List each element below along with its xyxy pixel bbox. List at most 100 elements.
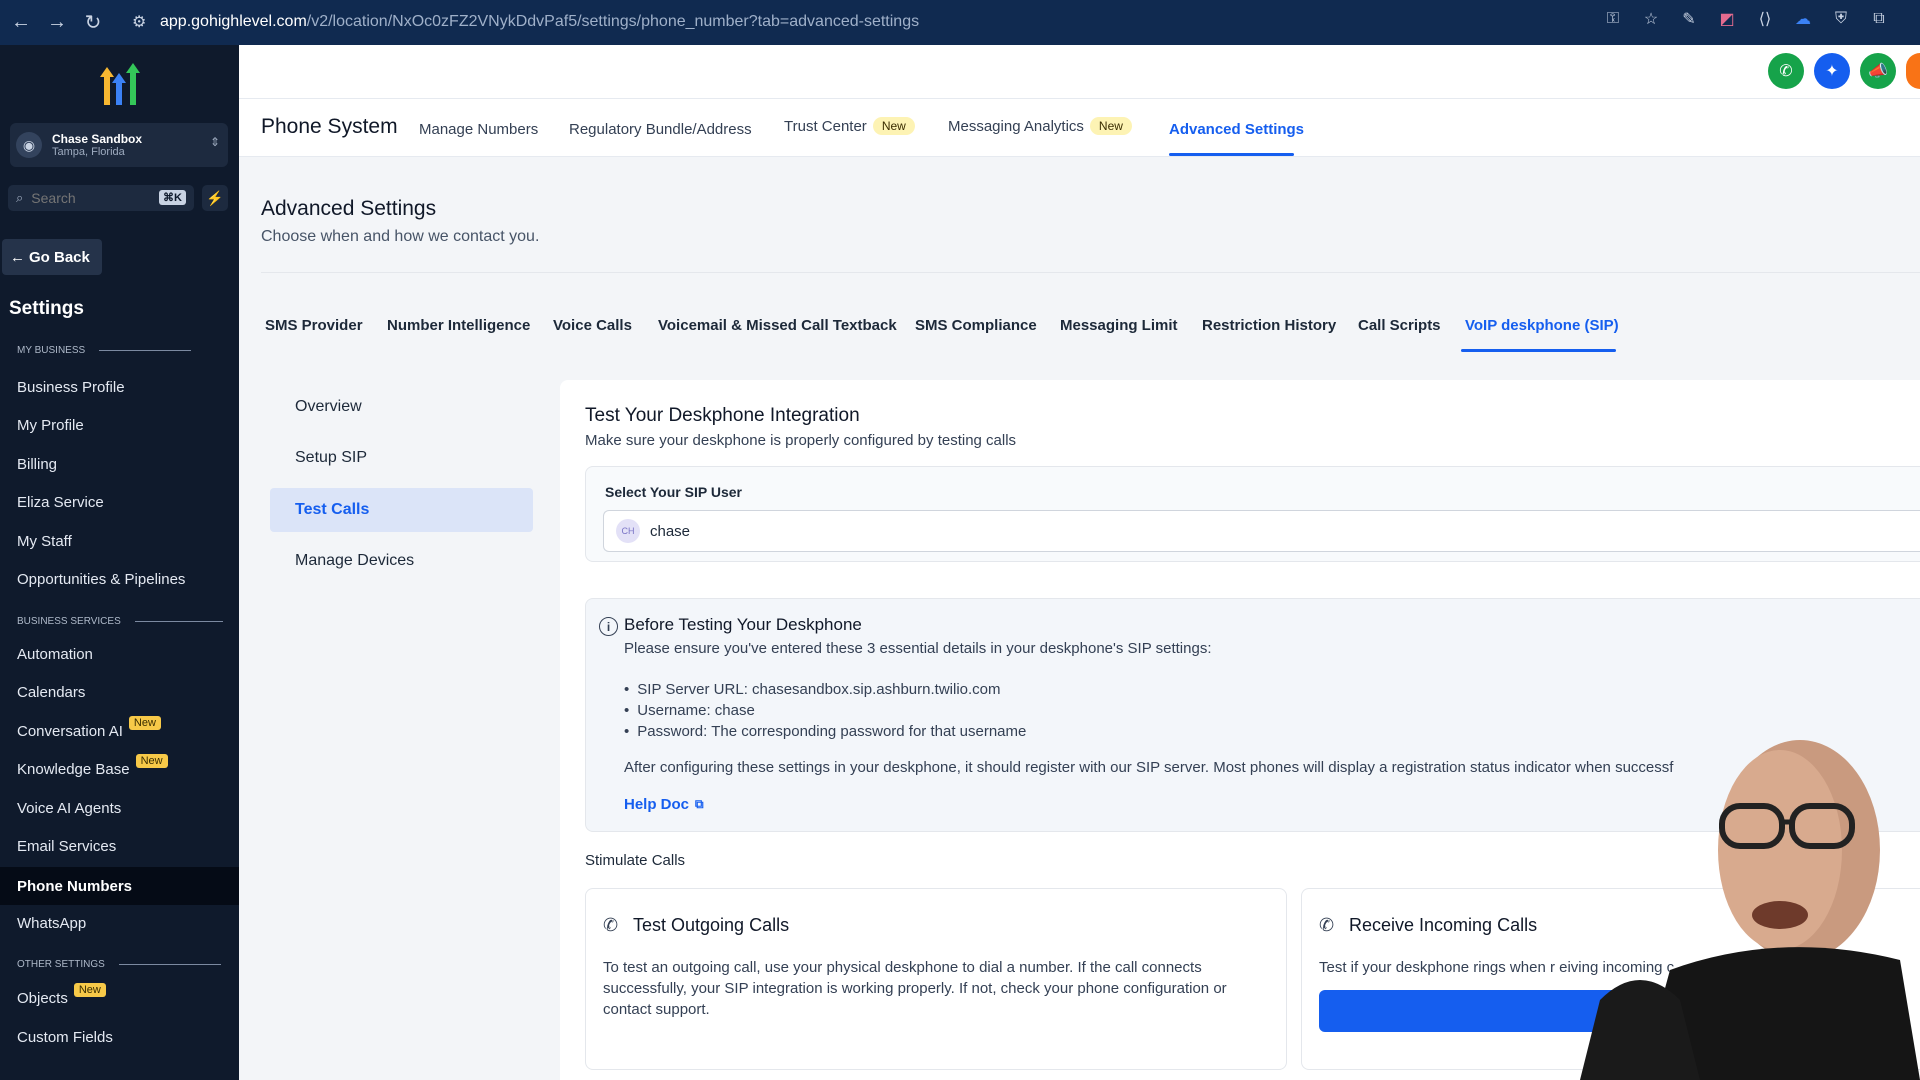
tab-manage-numbers[interactable]: Manage Numbers [419, 121, 538, 138]
advanced-settings-title: Advanced Settings [261, 197, 437, 220]
tab-advanced-settings[interactable]: Advanced Settings [1169, 121, 1304, 138]
puzzle-extensions-icon[interactable]: ⧉ [1868, 8, 1890, 30]
notice-title: Before Testing Your Deskphone [624, 615, 862, 634]
new-badge: New [872, 117, 915, 135]
stimulate-calls-label: Stimulate Calls [585, 852, 686, 869]
shield-extension-icon[interactable]: ⛨ [1830, 8, 1852, 30]
sidebar-item-business-profile[interactable]: Business Profile [0, 370, 239, 404]
panel-title: Test Your Deskphone Integration [585, 405, 860, 426]
user-avatar[interactable] [1906, 53, 1920, 89]
menu-setup-sip[interactable]: Setup SIP [270, 436, 533, 480]
menu-overview[interactable]: Overview [270, 385, 533, 429]
info-icon: i [599, 617, 618, 636]
browser-toolbar: ← → ↻ ⚙ app.gohighlevel.com/v2/location/… [0, 0, 1920, 45]
incoming-title: Receive Incoming Calls [1349, 915, 1538, 935]
pen-extension-icon[interactable]: ✎ [1678, 8, 1700, 30]
quick-action-bolt-icon[interactable]: ⚡ [202, 185, 228, 211]
new-badge: New [135, 754, 168, 768]
sidebar-item-knowledge-base[interactable]: Knowledge Base New [0, 752, 239, 786]
extensions-area: ⚿ ☆ ✎ ◩ ⟨⟩ ☁ ⛨ ⧉ [1602, 8, 1890, 30]
megaphone-icon[interactable]: 📣 [1860, 53, 1896, 89]
sidebar-item-my-staff[interactable]: My Staff [0, 524, 239, 558]
sidebar-item-email-services[interactable]: Email Services [0, 829, 239, 863]
sidebar-item-calendars[interactable]: Calendars [0, 675, 239, 709]
reload-icon[interactable]: ↻ [78, 8, 108, 38]
top-header: ✆ ✦ 📣 [239, 45, 1920, 99]
outgoing-calls-card: ✆ Test Outgoing Calls To test an outgoin… [585, 888, 1287, 1070]
account-avatar-icon: ◉ [16, 132, 42, 158]
subtab-call-scripts[interactable]: Call Scripts [1358, 317, 1441, 334]
sidebar-item-eliza-service[interactable]: Eliza Service [0, 485, 239, 519]
search-input[interactable] [31, 190, 142, 206]
bookmark-star-icon[interactable]: ☆ [1640, 8, 1662, 30]
subtab-sms-compliance[interactable]: SMS Compliance [915, 317, 1037, 334]
subtab-sms-provider[interactable]: SMS Provider [265, 317, 363, 334]
sidebar-item-voice-ai-agents[interactable]: Voice AI Agents [0, 791, 239, 825]
header-actions: ✆ ✦ 📣 [1768, 53, 1920, 89]
list-item: SIP Server URL: chasesandbox.sip.ashburn… [624, 679, 1026, 700]
tab-messaging-analytics[interactable]: Messaging Analytics New [948, 117, 1132, 135]
subtab-voicemail-missed-call[interactable]: Voicemail & Missed Call Textback [658, 317, 897, 334]
sidebar-item-whatsapp[interactable]: WhatsApp [0, 906, 239, 940]
section-my-business: MY BUSINESS [17, 345, 192, 356]
tab-trust-center[interactable]: Trust Center New [784, 117, 915, 135]
section-other-settings: OTHER SETTINGS [17, 959, 221, 970]
search-icon: ⌕ [16, 190, 24, 205]
site-settings-icon[interactable]: ⚙ [132, 12, 160, 32]
cloud-extension-icon[interactable]: ☁ [1792, 8, 1814, 30]
account-location: Tampa, Florida [52, 146, 125, 158]
code-extension-icon[interactable]: ⟨⟩ [1754, 8, 1776, 30]
new-badge: New [1089, 117, 1132, 135]
phone-icon[interactable]: ✆ [1768, 53, 1804, 89]
new-badge: New [73, 983, 106, 997]
outgoing-title: Test Outgoing Calls [633, 915, 790, 935]
chevron-updown-icon: ⇕ [209, 135, 220, 149]
sip-details-list: SIP Server URL: chasesandbox.sip.ashburn… [624, 679, 1026, 742]
help-doc-link[interactable]: Help Doc ⧉ [624, 796, 704, 813]
address-bar[interactable]: ⚙ app.gohighlevel.com/v2/location/NxOc0z… [132, 6, 1722, 38]
menu-test-calls[interactable]: Test Calls [270, 488, 533, 532]
settings-title: Settings [9, 298, 84, 319]
sidebar-item-my-profile[interactable]: My Profile [0, 408, 239, 442]
arrow-left-icon: ← [10, 248, 25, 266]
advanced-settings-subtitle: Choose when and how we contact you. [261, 228, 540, 245]
notice-subtitle: Please ensure you've entered these 3 ess… [624, 640, 1212, 657]
sidebar-item-billing[interactable]: Billing [0, 447, 239, 481]
url-text: app.gohighlevel.com/v2/location/NxOc0zFZ… [160, 13, 920, 30]
sidebar: ◉ Chase Sandbox Tampa, Florida ⇕ ⌕ ⌘K ⚡ … [0, 45, 239, 1080]
sip-user-label: Select Your SIP User [605, 484, 742, 500]
section-business-services: BUSINESS SERVICES [17, 616, 223, 627]
go-back-button[interactable]: ← Go Back [2, 239, 102, 275]
sidebar-item-automation[interactable]: Automation [0, 637, 239, 671]
sidebar-item-objects[interactable]: Objects New [0, 981, 239, 1015]
subtab-number-intelligence[interactable]: Number Intelligence [387, 317, 530, 334]
subtab-messaging-limit[interactable]: Messaging Limit [1060, 317, 1178, 334]
account-name: Chase Sandbox [52, 132, 143, 146]
magic-wand-icon[interactable]: ✦ [1814, 53, 1850, 89]
active-tab-indicator [1169, 153, 1294, 156]
sidebar-item-opportunities[interactable]: Opportunities & Pipelines [0, 562, 239, 596]
sidebar-item-conversation-ai[interactable]: Conversation AI New [0, 714, 239, 748]
back-arrow-icon[interactable]: ← [6, 8, 36, 38]
phone-incoming-icon: ✆ [1319, 915, 1335, 935]
external-link-icon: ⧉ [695, 797, 704, 811]
new-badge: New [128, 716, 161, 730]
menu-manage-devices[interactable]: Manage Devices [270, 539, 533, 583]
password-key-icon[interactable]: ⚿ [1602, 8, 1624, 30]
sip-user-select[interactable]: CH chase [603, 510, 1920, 552]
sidebar-item-custom-fields[interactable]: Custom Fields [0, 1020, 239, 1054]
subtab-voip-deskphone[interactable]: VoIP deskphone (SIP) [1465, 317, 1619, 334]
sidebar-item-phone-numbers[interactable]: Phone Numbers [0, 867, 239, 905]
subtab-voice-calls[interactable]: Voice Calls [553, 317, 632, 334]
tab-regulatory-bundle[interactable]: Regulatory Bundle/Address [569, 121, 752, 138]
account-switcher[interactable]: ◉ Chase Sandbox Tampa, Florida ⇕ [10, 123, 228, 167]
search-box[interactable]: ⌕ ⌘K [8, 185, 194, 211]
forward-arrow-icon[interactable]: → [42, 8, 72, 38]
user-initials-avatar: CH [616, 519, 640, 543]
notice-after-text: After configuring these settings in your… [624, 759, 1674, 776]
page-title: Phone System [261, 115, 398, 138]
test-incoming-call-button[interactable] [1319, 990, 1619, 1032]
active-subtab-indicator [1461, 349, 1616, 352]
subtab-restriction-history[interactable]: Restriction History [1202, 317, 1336, 334]
compass-extension-icon[interactable]: ◩ [1716, 8, 1738, 30]
